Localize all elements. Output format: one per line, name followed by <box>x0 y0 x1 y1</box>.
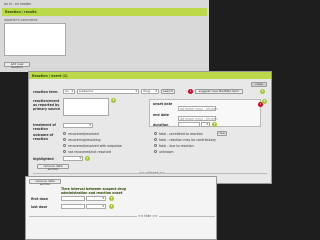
highlighted-label: highlighted <box>33 157 54 161</box>
last-dose-unit-select[interactable]: ▾ <box>86 204 106 209</box>
chevron-down-icon: ▾ <box>89 123 91 127</box>
treatment-label: treatment of reaction <box>33 123 56 131</box>
dates-box: onset date ! dd mmm yyyy - hh:mm end dat… <box>149 99 263 127</box>
remove-section-button[interactable]: remove data section <box>37 164 69 171</box>
outcome-radio-4[interactable] <box>63 150 66 153</box>
error-icon: ! <box>188 89 193 94</box>
remove-interval-button[interactable]: remove data section <box>29 179 61 186</box>
fatal-radio-1[interactable] <box>154 132 157 135</box>
fatal-radio-2[interactable] <box>154 138 157 141</box>
help-icon[interactable]: ? <box>85 156 90 161</box>
clear-outcome-button[interactable]: clear <box>217 131 227 136</box>
chevron-down-icon: ▾ <box>71 89 73 93</box>
help-icon[interactable]: ? <box>262 99 267 104</box>
reaction-modal: Reaction / event (1) close reaction term… <box>28 71 272 184</box>
outcome-option-label: recovered/resolved <box>68 131 99 136</box>
breadcrumb: an el - eu header <box>4 2 32 6</box>
chevron-down-icon: ▾ <box>155 89 157 93</box>
collapse-divider <box>33 173 267 174</box>
as-reported-label: reaction/event as reported by primary so… <box>33 99 61 111</box>
background-page: an el - eu header Reaction / results rep… <box>0 0 209 72</box>
outcome-label: outcome of reaction <box>33 133 54 141</box>
as-reported-textarea[interactable] <box>63 98 109 116</box>
treatment-select[interactable]: ▾ <box>63 123 93 128</box>
term-type-select[interactable]: drug ▾ <box>141 89 159 94</box>
outcome-option-label: not recovered/not resolved <box>68 149 112 154</box>
end-date-label: end date <box>153 113 169 117</box>
comments-textarea[interactable] <box>4 23 66 56</box>
duration-input[interactable] <box>178 122 200 127</box>
comments-label: reporter's comments <box>4 18 38 22</box>
outcome-radio-2[interactable] <box>63 138 66 141</box>
hide-divider <box>29 216 215 217</box>
outcome-radio-1[interactable] <box>63 132 66 135</box>
onset-date-input[interactable]: dd mmm yyyy - hh:mm <box>178 106 217 111</box>
section-header: Reaction / results <box>2 8 207 16</box>
outcome-option-label: recovered/resolved with sequelae <box>68 143 122 148</box>
duration-unit-select[interactable]: ▾ <box>201 122 210 127</box>
help-icon[interactable]: ? <box>212 122 217 127</box>
outcome-radio-3[interactable] <box>63 144 66 147</box>
chevron-down-icon: ▾ <box>79 156 81 160</box>
highlighted-select[interactable]: ▾ <box>63 156 83 161</box>
help-icon[interactable]: ? <box>111 98 116 103</box>
language-select[interactable]: en ▾ <box>63 89 75 94</box>
chevron-down-icon: ▾ <box>102 196 104 200</box>
help-icon[interactable]: ? <box>260 89 265 94</box>
reaction-term-input[interactable]: sunburne ▾ <box>77 89 139 94</box>
fatal-option-label: fatal - due to reaction <box>159 143 194 148</box>
fatal-option-label: unknown <box>159 149 174 154</box>
help-icon[interactable]: ? <box>109 196 114 201</box>
interval-title: Time interval between suspect drug admin… <box>61 187 126 195</box>
onset-date-label: onset date <box>153 102 173 106</box>
end-date-input[interactable]: dd mmm yyyy - hh:mm <box>178 116 217 121</box>
fatal-radio-3[interactable] <box>154 144 157 147</box>
add-reaction-button[interactable]: add new reaction <box>4 62 30 69</box>
reaction-header: Reaction / event (1) <box>29 72 271 79</box>
last-dose-label: last dose <box>31 205 48 209</box>
first-dose-unit-select[interactable]: ▾ <box>86 196 106 201</box>
reaction-term-label: reaction term <box>33 90 58 94</box>
interval-section: remove data section Time interval betwee… <box>25 176 217 240</box>
section-title: Reaction / results <box>5 10 37 14</box>
fatal-option-label: fatal - unrelated to reaction <box>159 131 203 136</box>
first-dose-input[interactable] <box>61 196 85 201</box>
duration-label: duration <box>153 123 169 127</box>
hide-link[interactable]: << hide >> <box>137 214 159 218</box>
reaction-title: Reaction / event (1) <box>32 73 68 78</box>
help-icon[interactable]: ? <box>109 204 114 209</box>
fatal-radio-4[interactable] <box>154 150 157 153</box>
search-button[interactable]: search <box>161 89 175 94</box>
first-dose-label: first dose <box>31 197 48 201</box>
fatal-option-label: fatal - reaction may be contributory <box>159 137 216 142</box>
chevron-down-icon: ▾ <box>102 204 104 208</box>
close-button[interactable]: close <box>251 82 267 87</box>
suggest-term-button[interactable]: suggest new MedDRA term <box>195 89 243 94</box>
last-dose-input[interactable] <box>61 204 85 209</box>
outcome-option-label: recovering/resolving <box>68 137 101 142</box>
chevron-down-icon: ▾ <box>206 122 208 126</box>
chevron-down-icon: ▾ <box>135 89 137 93</box>
